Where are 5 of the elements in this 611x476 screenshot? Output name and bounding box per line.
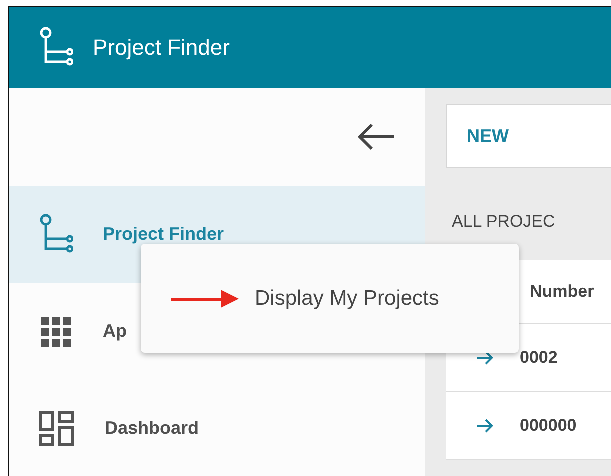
section-title: ALL PROJEC: [452, 212, 556, 233]
tooltip-text: Display My Projects: [255, 286, 440, 310]
table-cell: 000000: [520, 416, 577, 436]
table-cell: 0002: [520, 348, 558, 368]
app-title: Project Finder: [93, 34, 230, 60]
